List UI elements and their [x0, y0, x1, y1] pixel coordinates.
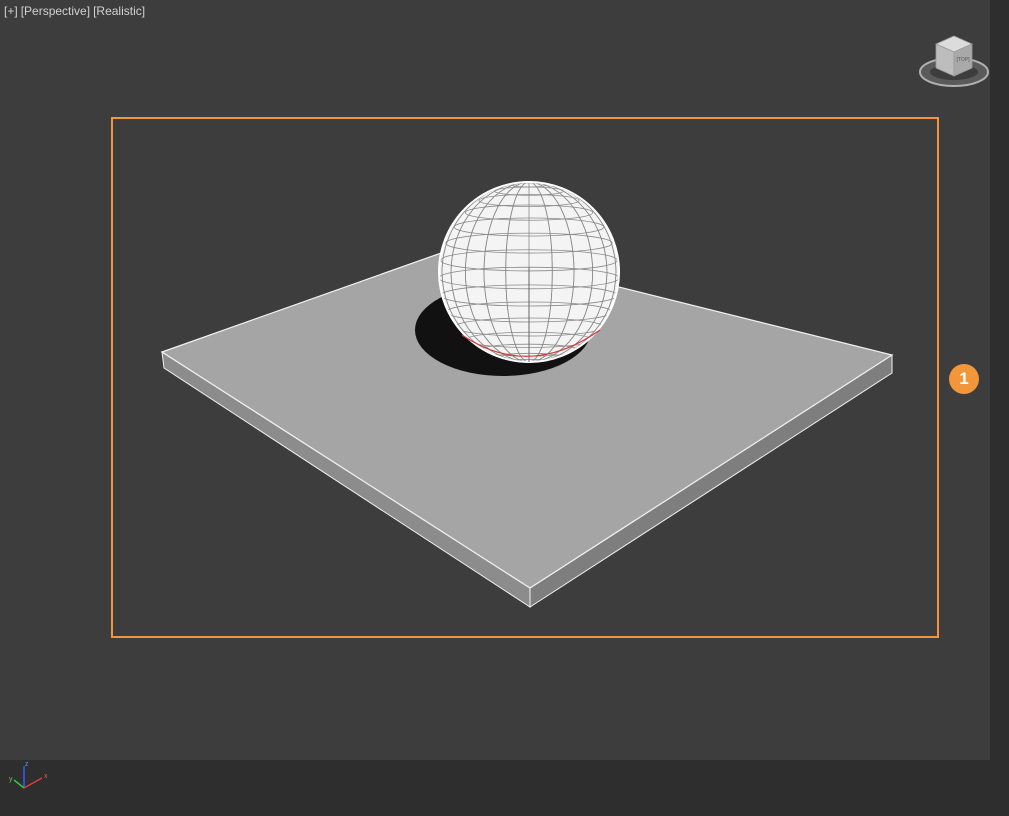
viewcube-icon[interactable]: [TOP] [916, 30, 990, 94]
axis-label-z: z [25, 761, 29, 768]
safe-frame [111, 117, 939, 638]
viewport-right-border [990, 0, 1009, 760]
axis-tripod-icon: z x y [9, 761, 48, 789]
perspective-viewport[interactable]: [+] [Perspective] [Realistic] 1 [TOP] [0, 0, 990, 760]
callout-badge: 1 [949, 364, 979, 394]
axis-label-x: x [44, 773, 48, 780]
viewport-bottom-bar [0, 760, 1009, 816]
axis-label-y: y [9, 776, 13, 783]
viewcube-face-label: [TOP] [957, 57, 971, 63]
